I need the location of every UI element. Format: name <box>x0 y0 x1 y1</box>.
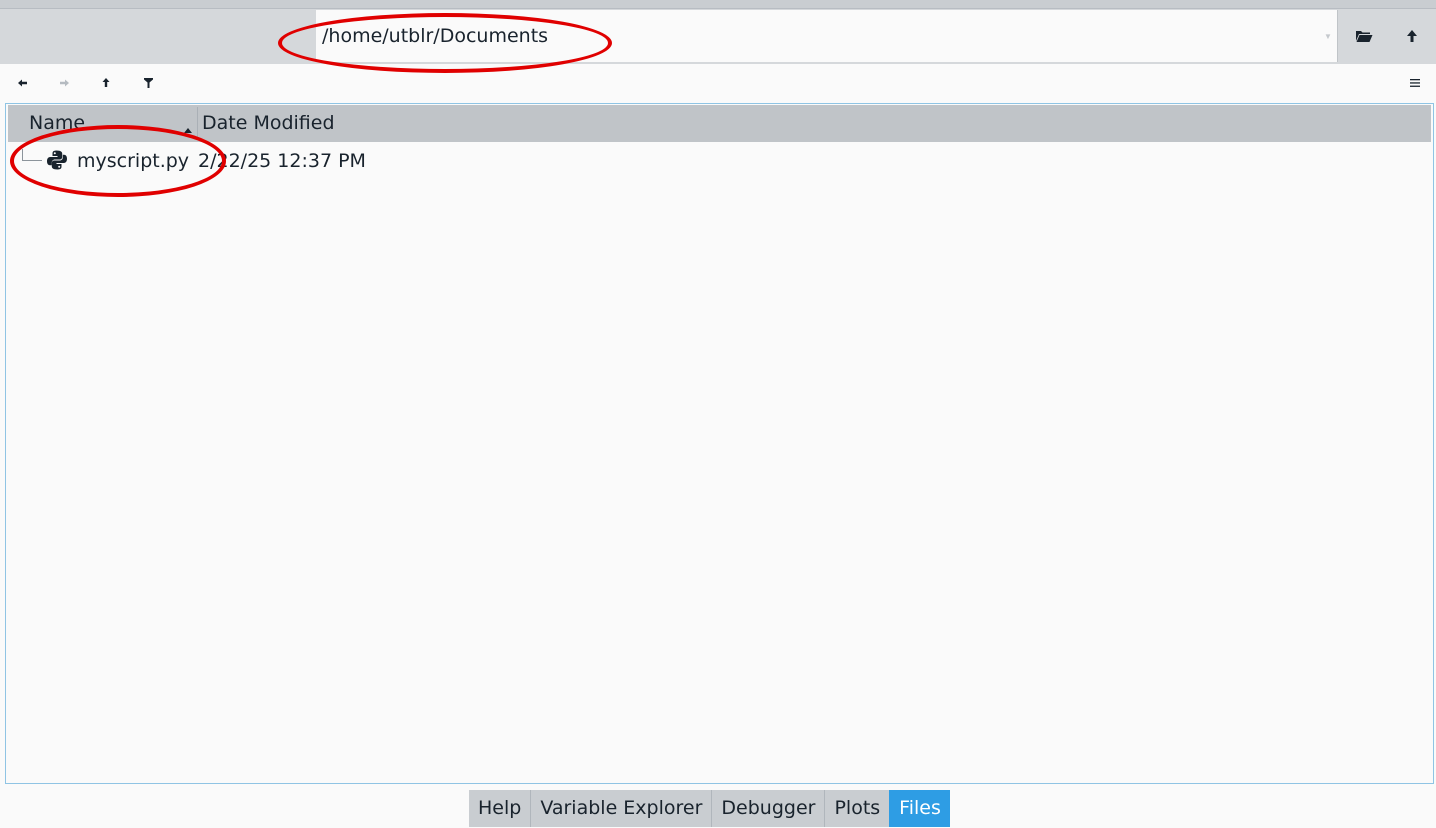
tab-debugger[interactable]: Debugger <box>711 790 825 827</box>
tab-variable-explorer[interactable]: Variable Explorer <box>530 790 712 827</box>
tree-branch-line <box>22 149 42 161</box>
forward-icon[interactable] <box>53 72 75 94</box>
up-icon[interactable] <box>95 72 117 94</box>
python-file-icon <box>46 149 68 176</box>
folder-open-icon[interactable] <box>1352 24 1376 48</box>
back-icon[interactable] <box>12 72 34 94</box>
filter-icon[interactable] <box>137 72 159 94</box>
table-row[interactable]: myscript.py 2/22/25 12:37 PM <box>8 143 1431 179</box>
path-input[interactable]: /home/utblr/Documents <box>322 10 548 62</box>
chevron-down-icon[interactable]: ▼ <box>1319 10 1337 62</box>
tab-files[interactable]: Files <box>889 790 950 827</box>
tab-plots[interactable]: Plots <box>824 790 890 827</box>
column-divider[interactable] <box>197 107 198 140</box>
window-top-strip <box>0 0 1436 9</box>
path-toolbar: /home/utblr/Documents ▼ <box>0 9 1436 64</box>
column-header-date-modified[interactable]: Date Modified <box>202 105 335 142</box>
file-name[interactable]: myscript.py <box>77 143 189 179</box>
navigation-toolbar <box>0 64 1436 102</box>
file-tree[interactable]: Name Date Modified myscript.py 2/22/25 1… <box>5 103 1434 784</box>
parent-directory-icon[interactable] <box>1401 24 1423 48</box>
sort-ascending-icon <box>184 120 192 138</box>
path-combobox[interactable]: /home/utblr/Documents ▼ <box>316 10 1338 62</box>
column-header-name[interactable]: Name <box>29 105 85 142</box>
tree-header: Name Date Modified <box>8 105 1431 142</box>
pane-tab-bar: Help Variable Explorer Debugger Plots Fi… <box>469 790 950 827</box>
file-date-modified: 2/22/25 12:37 PM <box>198 150 366 172</box>
options-menu-icon[interactable] <box>1404 72 1426 94</box>
tab-help[interactable]: Help <box>469 790 531 827</box>
